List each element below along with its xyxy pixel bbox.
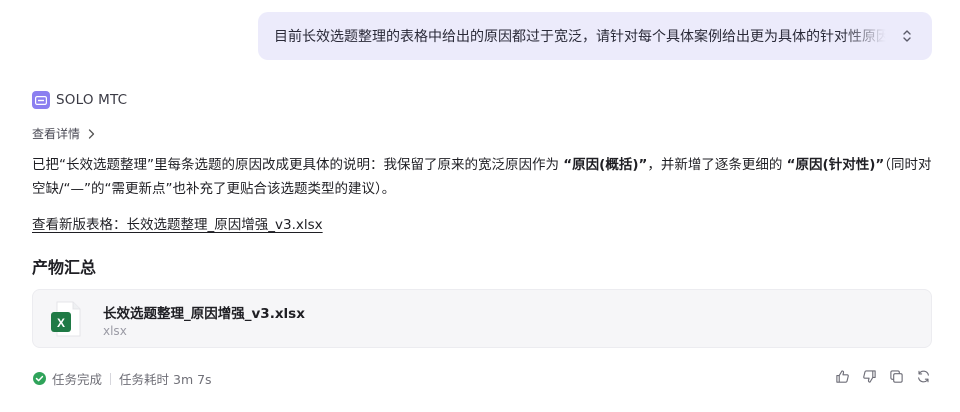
task-complete-label: 任务完成 <box>52 372 103 387</box>
bot-header: SOLO MTC <box>32 91 127 109</box>
thumbs-down-icon[interactable] <box>861 368 878 385</box>
file-name: 长效选题整理_原因增强_v3.xlsx <box>103 306 305 322</box>
regenerate-icon[interactable] <box>915 368 932 385</box>
user-message-bubble: 目前长效选题整理的表格中给出的原因都过于宽泛，请针对每个具体案例给出更为具体的针… <box>258 12 932 60</box>
message-actions <box>834 368 932 385</box>
chevron-up-down-icon[interactable] <box>896 25 918 47</box>
view-details-label: 查看详情 <box>32 127 81 141</box>
thumbs-up-icon[interactable] <box>834 368 851 385</box>
artifacts-title: 产物汇总 <box>32 258 97 277</box>
response-bold-summary: “原因(概括)” <box>563 157 648 173</box>
status-divider <box>110 372 112 385</box>
bot-keyboard-icon <box>32 91 50 109</box>
bot-name: SOLO MTC <box>56 92 128 108</box>
file-extension: xlsx <box>103 324 127 338</box>
view-details-link[interactable]: 查看详情 <box>32 125 95 142</box>
response-part-1: 已把“长效选题整理”里每条选题的原因改成更具体的说明：我保留了原来的宽泛原因作为 <box>32 157 564 173</box>
chevron-right-icon <box>88 128 95 139</box>
response-bold-specific: “原因(针对性)” <box>786 157 885 173</box>
response-part-2: ，并新增了逐条更细的 <box>647 157 787 173</box>
response-text: 已把“长效选题整理”里每条选题的原因改成更具体的说明：我保留了原来的宽泛原因作为… <box>32 153 932 201</box>
new-table-link[interactable]: 查看新版表格：长效选题整理_原因增强_v3.xlsx <box>32 213 323 233</box>
check-circle-icon <box>33 372 46 385</box>
task-status-row: 任务完成 任务耗时 3m 7s <box>33 369 212 388</box>
excel-file-icon: X <box>47 299 87 339</box>
excel-icon-letter: X <box>57 316 65 330</box>
task-duration-label: 任务耗时 3m 7s <box>119 372 212 387</box>
user-message-text: 目前长效选题整理的表格中给出的原因都过于宽泛，请针对每个具体案例给出更为具体的针… <box>274 29 886 45</box>
copy-icon[interactable] <box>888 368 905 385</box>
file-card[interactable]: X 长效选题整理_原因增强_v3.xlsx xlsx <box>32 289 932 348</box>
